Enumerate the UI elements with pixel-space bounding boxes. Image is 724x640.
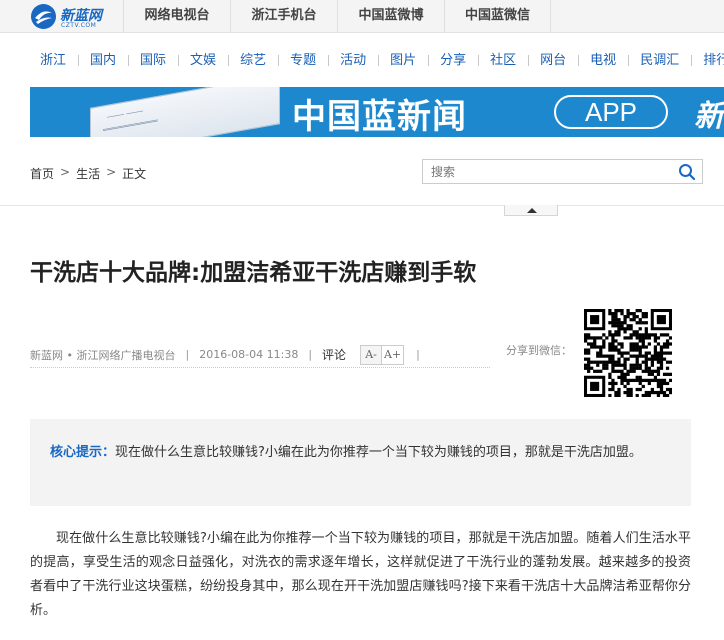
logo-subtext: CZTV.COM [61,22,97,29]
breadcrumb: 首页 > 生活 > 正文 [30,165,146,182]
search-box [422,159,703,184]
app-banner[interactable]: ──── ──── ═════════════ 中国蓝新闻 APP 新视 [30,87,724,137]
collapse-toggle[interactable] [504,205,558,216]
share-wechat-label: 分享到微信： [506,344,572,357]
top-link-weibo[interactable]: 中国蓝微博 [337,0,444,33]
article-meta: 新蓝网 • 浙江网络广播电视台 | 2016-08-04 11:38 | 评论 … [30,342,490,368]
nav-item-variety[interactable]: 综艺 [228,34,278,87]
nav-item-community[interactable]: 社区 [478,34,528,87]
nav-item-photos[interactable]: 图片 [378,34,428,87]
breadcrumb-current: 正文 [122,167,147,181]
summary-key: 核心提示： [50,445,116,460]
top-bar: 新蓝网 CZTV.COM 网络电视台 浙江手机台 中国蓝微博 中国蓝微信 [0,0,724,33]
banner-tail-text: 新视 [694,99,724,134]
breadcrumb-bar: 首页 > 生活 > 正文 [0,137,724,206]
caret-up-icon [527,208,537,213]
top-link-mobile[interactable]: 浙江手机台 [230,0,337,33]
nav-item-domestic[interactable]: 国内 [78,34,128,87]
nav-item-web-station[interactable]: 网台 [528,34,578,87]
top-links: 网络电视台 浙江手机台 中国蓝微博 中国蓝微信 [123,0,551,33]
nav-item-entertainment[interactable]: 文娱 [178,34,228,87]
font-smaller-button[interactable]: A- [360,344,383,365]
phone-mockup-image: ──── ──── ═════════════ [90,87,280,137]
meta-divider: | [308,348,313,361]
top-link-wechat[interactable]: 中国蓝微信 [444,0,551,33]
nav-item-events[interactable]: 活动 [328,34,378,87]
wechat-qr-code [584,309,672,397]
comment-link[interactable]: 评论 [322,346,346,363]
breadcrumb-home[interactable]: 首页 [30,165,54,182]
search-icon[interactable] [678,163,696,181]
main-nav: 浙江 国内 国际 文娱 综艺 专题 活动 图片 分享 社区 网台 电视 民调汇 … [0,34,724,87]
breadcrumb-separator: > [60,165,71,179]
article-paragraph: 现在做什么生意比较赚钱?小编在此为你推荐一个当下较为赚钱的项目，那就是干洗店加盟… [30,531,691,618]
search-input[interactable] [431,160,671,183]
summary-text: 现在做什么生意比较赚钱?小编在此为你推荐一个当下较为赚钱的项目，那就是干洗店加盟… [115,445,642,460]
nav-item-polls[interactable]: 民调汇 [628,34,691,87]
logo-icon [31,4,56,29]
article-title: 干洗店十大品牌:加盟洁希亚干洗店赚到手软 [30,260,477,286]
nav-item-rankings[interactable]: 排行榜 [691,34,724,87]
meta-divider: | [416,348,420,361]
summary-box: 核心提示：现在做什么生意比较赚钱?小编在此为你推荐一个当下较为赚钱的项目，那就是… [30,419,691,506]
nav-item-zhejiang[interactable]: 浙江 [30,34,78,87]
meta-divider: | [185,348,190,361]
nav-item-tv[interactable]: 电视 [578,34,628,87]
top-link-tv[interactable]: 网络电视台 [123,0,230,33]
nav-item-topics[interactable]: 专题 [278,34,328,87]
banner-headline: 中国蓝新闻 [292,97,467,137]
nav-item-international[interactable]: 国际 [128,34,178,87]
article-datetime: 2016-08-04 11:38 [199,348,299,361]
font-larger-button[interactable]: A+ [382,344,405,365]
nav-item-share[interactable]: 分享 [428,34,478,87]
site-logo[interactable]: 新蓝网 CZTV.COM [30,3,118,30]
summary-text-block: 核心提示：现在做什么生意比较赚钱?小编在此为你推荐一个当下较为赚钱的项目，那就是… [50,441,675,464]
article-source: 新蓝网 • 浙江网络广播电视台 [30,348,176,362]
breadcrumb-life[interactable]: 生活 [76,165,100,182]
breadcrumb-separator: > [106,165,117,179]
banner-app-label: APP [554,95,668,129]
